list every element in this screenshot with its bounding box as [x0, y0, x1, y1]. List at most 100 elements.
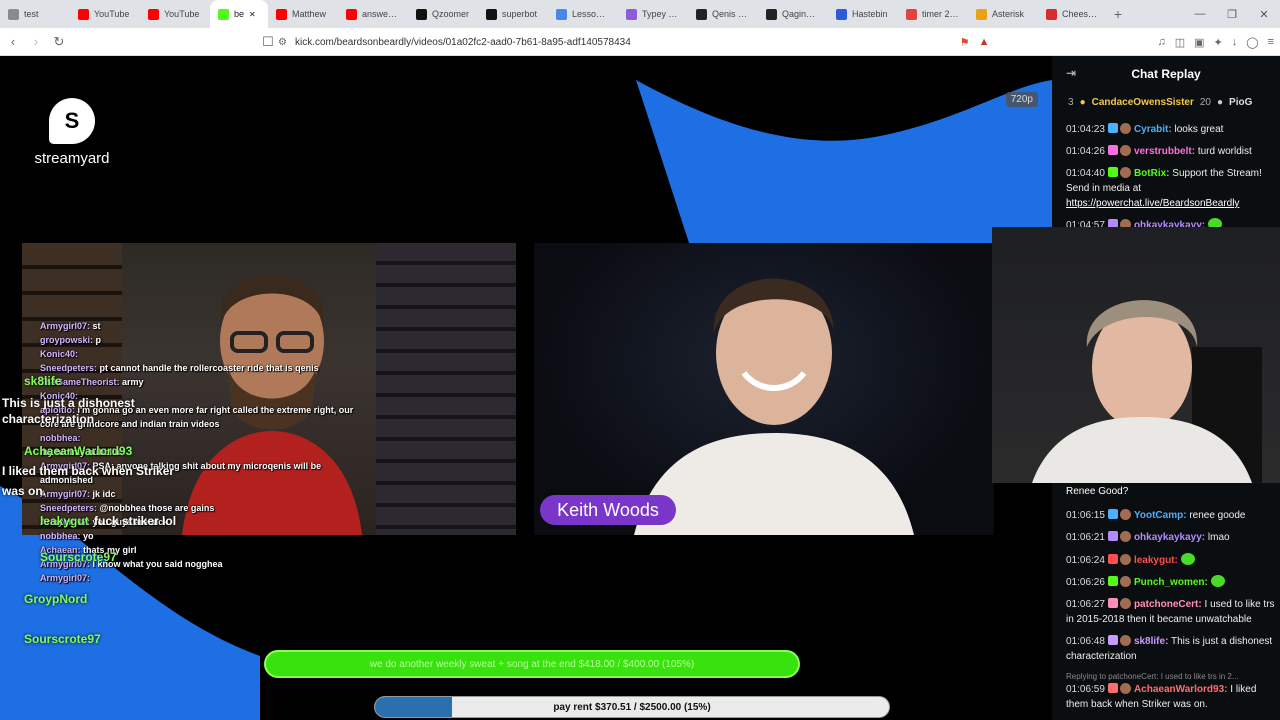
message-timestamp: 01:06:48 — [1066, 636, 1105, 647]
youtube-icon — [78, 8, 89, 20]
rewards-icon[interactable]: ▲ — [979, 36, 990, 48]
tab-title: superbot — [502, 9, 538, 19]
avatar — [1119, 683, 1131, 694]
message-timestamp: 01:06:26 — [1066, 577, 1105, 588]
browser-tab[interactable]: Qzoomer — [408, 0, 478, 28]
message-username[interactable]: sk8life: — [1134, 636, 1168, 647]
pip-person — [1032, 300, 1262, 483]
streamyard-logo: S streamyard — [22, 98, 122, 167]
avatar — [1119, 635, 1131, 646]
vpn-icon[interactable]: ◯ — [1246, 36, 1258, 49]
browser-tab[interactable]: Matthew — [268, 0, 338, 28]
chat-message: 01:06:15 YootCamp: renee goode — [1066, 508, 1278, 523]
message-timestamp: 01:06:15 — [1066, 510, 1105, 521]
quality-badge[interactable]: 720p — [1005, 92, 1038, 107]
message-username[interactable]: Punch_women: — [1134, 577, 1208, 588]
streamyard-icon: S — [49, 98, 95, 144]
browser-tab[interactable]: Cheese C — [1038, 0, 1108, 28]
minimize-icon[interactable]: — — [1184, 8, 1216, 20]
chat-message: 01:06:59 AchaeanWarlord93: I liked them b… — [1066, 682, 1278, 712]
media-icon[interactable]: ♫ — [1157, 36, 1165, 48]
leo-icon[interactable]: ✦ — [1214, 36, 1223, 49]
menu-icon[interactable]: ≡ — [1268, 36, 1274, 48]
tab-title: Lesson 6: — [572, 9, 610, 19]
address-bar: ‹ › ↻ ☐ ⚙ kick.com/beardsonbeardly/video… — [0, 28, 1280, 56]
message-username[interactable]: leakygut: — [1134, 555, 1178, 566]
tab-title: Hastebin — [852, 9, 888, 19]
message-username[interactable]: YootCamp: — [1134, 510, 1187, 521]
avatar — [1119, 123, 1131, 134]
download-icon[interactable]: ↓ — [1232, 36, 1238, 48]
emote-icon — [1210, 575, 1225, 587]
timer-icon — [906, 8, 917, 20]
hastebin-icon — [836, 8, 847, 20]
message-username[interactable]: patchoneCert: — [1134, 599, 1202, 610]
url-text: kick.com/beardsonbeardly/videos/01a02fc2… — [294, 36, 631, 48]
tab-title: test — [24, 9, 39, 19]
window-controls: — ❐ ✕ — [1184, 0, 1280, 28]
gift-leaderboard[interactable]: 3 ● CandaceOwensSister 20 ● PioG — [1052, 92, 1280, 112]
forward-icon[interactable]: › — [26, 34, 46, 49]
trade-icon — [696, 8, 707, 20]
browser-tab[interactable]: answering — [338, 0, 408, 28]
kick-icon — [218, 8, 229, 20]
chat-message: 01:04:23 Cyrabit: looks great — [1066, 122, 1278, 137]
x-icon — [416, 8, 427, 20]
pip-camera — [992, 227, 1280, 483]
chat-message: 01:06:24 leakygut: — [1066, 553, 1278, 568]
close-window-icon[interactable]: ✕ — [1248, 8, 1280, 21]
reload-icon[interactable]: ↻ — [49, 34, 69, 50]
url-field[interactable]: ⚙ kick.com/beardsonbeardly/videos/01a02f… — [278, 32, 950, 52]
avatar — [1119, 576, 1131, 587]
message-username[interactable]: ohkaykaykayy: — [1134, 532, 1205, 543]
bookmark-icon[interactable]: ☐ — [258, 34, 278, 50]
sidebar-icon[interactable]: ◫ — [1175, 36, 1185, 49]
chat-title: Chat Replay — [1131, 67, 1201, 81]
tab-title: Cheese C — [1062, 9, 1100, 19]
wallet-icon[interactable]: ▣ — [1194, 36, 1204, 49]
browser-tab[interactable]: Typey Typ — [618, 0, 688, 28]
message-username[interactable]: verstrubbelt: — [1134, 146, 1195, 157]
browser-tab[interactable]: superbot — [478, 0, 548, 28]
message-link[interactable]: https://powerchat.live/BeardsonBeardly — [1066, 198, 1239, 209]
chat-message: 01:06:27 patchoneCert: I used to like trs… — [1066, 597, 1278, 627]
message-username[interactable]: AchaeanWarlord93: — [1134, 684, 1228, 695]
message-timestamp: 01:06:59 — [1066, 684, 1105, 695]
gift-next-user: PioG — [1229, 96, 1253, 108]
chat-message: Renee Good? — [1066, 486, 1128, 497]
badge-icon — [1107, 167, 1118, 177]
browser-tab[interactable]: timer 2 ho — [898, 0, 968, 28]
badge-icon — [1107, 145, 1118, 155]
browser-tab[interactable]: Lesson 6: — [548, 0, 618, 28]
browser-tab[interactable]: Hastebin — [828, 0, 898, 28]
chat-message: 01:06:21 ohkaykaykayy: lmao — [1066, 530, 1278, 545]
message-text: turd worldist — [1197, 146, 1252, 157]
browser-tab[interactable]: Asterisk — [968, 0, 1038, 28]
video-player[interactable]: S streamyard 720p Keith Woods Armygirl07… — [0, 56, 1052, 720]
gift-amount: 20 — [1199, 96, 1211, 108]
site-info-icon[interactable]: ⚙ — [278, 37, 287, 48]
browser-tab[interactable]: Qagina $1 — [758, 0, 828, 28]
browser-tab[interactable]: YouTube — [140, 0, 210, 28]
close-tab-icon[interactable]: ✕ — [249, 10, 256, 19]
avatar — [1119, 531, 1131, 542]
restore-icon[interactable]: ❐ — [1216, 8, 1248, 21]
browser-tab[interactable]: YouTube — [70, 0, 140, 28]
badge-icon — [1107, 123, 1118, 133]
trade-icon — [766, 8, 777, 20]
browser-tab[interactable]: test — [0, 0, 70, 28]
browser-tab[interactable]: Qenis $2.4 — [688, 0, 758, 28]
message-username[interactable]: BotRix: — [1134, 168, 1170, 179]
message-text: looks great — [1174, 124, 1224, 135]
badge-icon — [1107, 576, 1118, 586]
brave-shield-icon[interactable]: ⚑ — [960, 36, 970, 49]
collapse-chat-icon[interactable]: ⇥ — [1066, 66, 1080, 80]
browser-tab[interactable]: be ✕ — [210, 0, 268, 28]
tab-title: Qagina $1 — [782, 9, 820, 19]
message-username[interactable]: Cyrabit: — [1134, 124, 1172, 135]
back-icon[interactable]: ‹ — [3, 34, 23, 49]
rent-goal-text: pay rent $370.51 / $2500.00 (15%) — [553, 701, 711, 713]
new-tab-button[interactable]: + — [1108, 6, 1128, 22]
tab-title: Asterisk — [992, 9, 1025, 19]
browser-toolbar: ⚑ ▲ ♫ ◫ ▣ ✦ ↓ ◯ ≡ — [960, 32, 1274, 52]
